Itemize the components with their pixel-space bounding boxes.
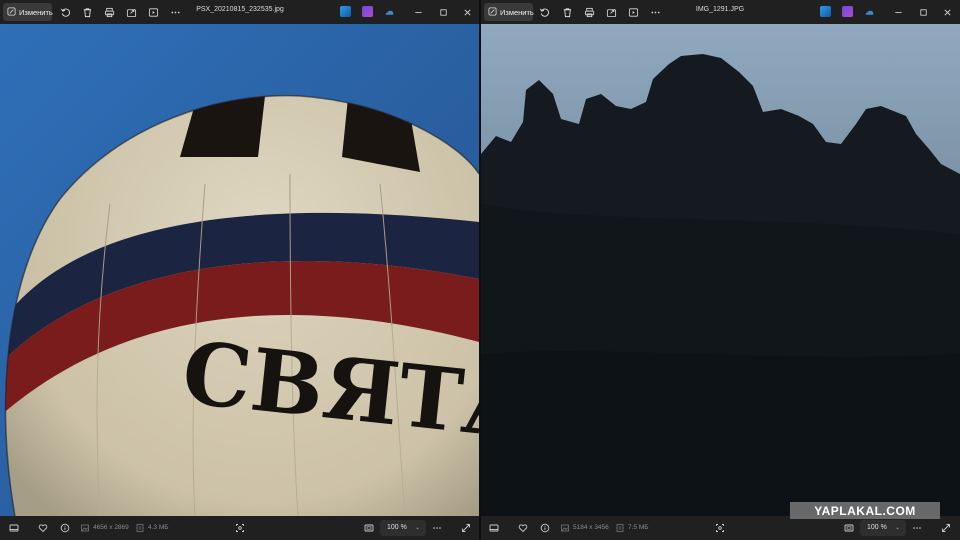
edit-label: Изменить <box>19 7 53 17</box>
titlebar: Изменить PSX_20210815_232535.jpg <box>0 0 479 24</box>
edit-label: Изменить <box>500 7 534 17</box>
fullscreen-icon[interactable] <box>459 521 473 535</box>
image-dimensions: 5184 x 3456 <box>573 524 609 531</box>
close-icon[interactable] <box>455 0 479 24</box>
fullscreen-icon[interactable] <box>939 521 953 535</box>
chevron-down-icon: ⌄ <box>894 525 900 531</box>
statusbar: 5184 x 3456 7.5 МБ 100 % ⌄ <box>481 516 960 540</box>
fit-icon[interactable] <box>362 521 376 535</box>
file-size-icon <box>613 521 627 535</box>
edit-icon <box>488 6 497 18</box>
more-icon[interactable] <box>168 5 182 19</box>
image-size-icon <box>78 521 92 535</box>
print-icon[interactable] <box>102 5 116 19</box>
photo-window-right: Изменить IMG_1291.JPG 5184 x 3456 7.5 МБ… <box>481 0 960 540</box>
clipchamp-icon[interactable] <box>842 6 853 17</box>
watermark: YAPLAKAL.COM <box>790 502 940 519</box>
slideshow-icon[interactable] <box>146 5 160 19</box>
image-viewer[interactable]: СВЯТА <box>0 24 479 516</box>
file-size-icon <box>133 521 147 535</box>
zoom-dropdown[interactable]: 100 % ⌄ <box>380 520 426 536</box>
image-viewer[interactable] <box>481 24 960 516</box>
share-icon[interactable] <box>604 5 618 19</box>
balloon-photo: СВЯТА <box>0 24 479 516</box>
file-name: PSX_20210815_232535.jpg <box>196 6 284 13</box>
favorite-icon[interactable] <box>516 521 530 535</box>
maximize-icon[interactable] <box>431 0 455 24</box>
info-icon[interactable] <box>58 521 72 535</box>
edit-button[interactable]: Изменить <box>3 3 53 21</box>
filmstrip-icon[interactable] <box>487 521 501 535</box>
minimize-icon[interactable] <box>886 0 910 24</box>
more-icon[interactable] <box>430 521 444 535</box>
image-size-icon <box>558 521 572 535</box>
file-size: 4.3 МБ <box>148 524 169 531</box>
file-size: 7.5 МБ <box>628 524 649 531</box>
photoshop-icon[interactable] <box>340 6 351 17</box>
zoom-value: 100 % <box>867 524 887 531</box>
chevron-down-icon: ⌄ <box>414 525 420 531</box>
close-icon[interactable] <box>935 0 959 24</box>
photo-window-left: Изменить PSX_20210815_232535.jpg СВЯТА 4… <box>0 0 479 540</box>
focus-icon[interactable] <box>233 521 247 535</box>
edit-icon <box>7 6 16 18</box>
onedrive-icon[interactable] <box>862 5 876 19</box>
rotate-icon[interactable] <box>537 5 551 19</box>
filmstrip-icon[interactable] <box>7 521 21 535</box>
image-dimensions: 4656 x 2869 <box>93 524 129 531</box>
statusbar: 4656 x 2869 4.3 МБ 100 % ⌄ <box>0 516 479 540</box>
delete-icon[interactable] <box>80 5 94 19</box>
zoom-dropdown[interactable]: 100 % ⌄ <box>860 520 906 536</box>
delete-icon[interactable] <box>560 5 574 19</box>
file-name: IMG_1291.JPG <box>695 6 745 13</box>
more-icon[interactable] <box>910 521 924 535</box>
clipchamp-icon[interactable] <box>362 6 373 17</box>
print-icon[interactable] <box>582 5 596 19</box>
mountain-photo <box>481 24 960 516</box>
focus-icon[interactable] <box>713 521 727 535</box>
info-icon[interactable] <box>538 521 552 535</box>
edit-button[interactable]: Изменить <box>484 3 534 21</box>
onedrive-icon[interactable] <box>382 5 396 19</box>
minimize-icon[interactable] <box>406 0 430 24</box>
more-icon[interactable] <box>648 5 662 19</box>
fit-icon[interactable] <box>842 521 856 535</box>
rotate-icon[interactable] <box>58 5 72 19</box>
maximize-icon[interactable] <box>911 0 935 24</box>
titlebar: Изменить IMG_1291.JPG <box>481 0 960 24</box>
share-icon[interactable] <box>124 5 138 19</box>
slideshow-icon[interactable] <box>626 5 640 19</box>
photoshop-icon[interactable] <box>820 6 831 17</box>
zoom-value: 100 % <box>387 524 407 531</box>
favorite-icon[interactable] <box>36 521 50 535</box>
